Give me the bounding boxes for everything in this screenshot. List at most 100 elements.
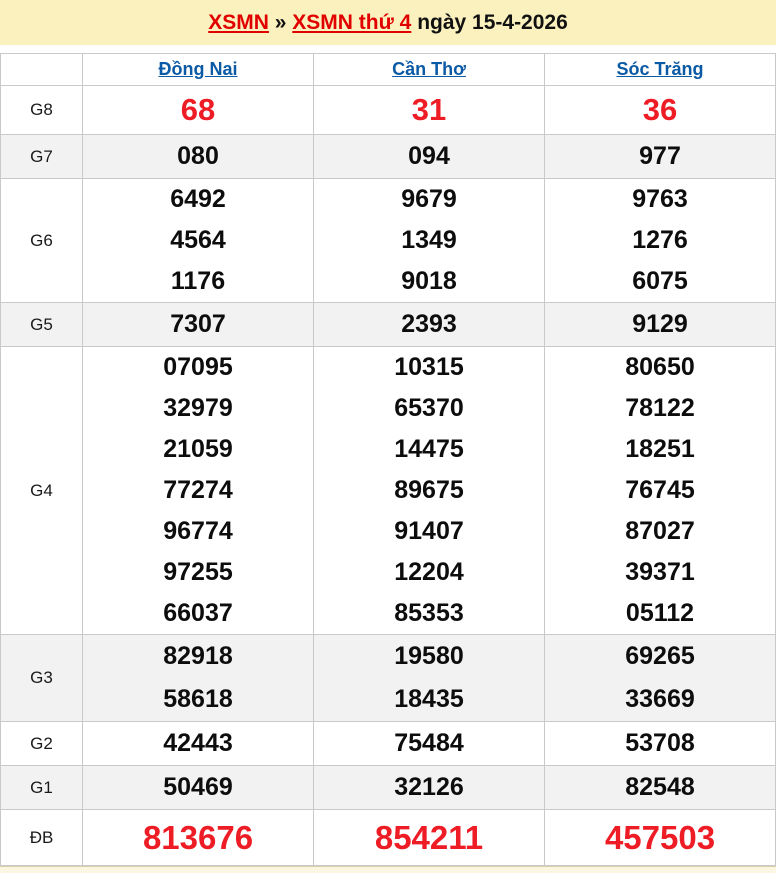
result-number: 66037 xyxy=(83,593,313,634)
result-cell-g5-col0: 7307 xyxy=(83,303,314,347)
province-link-can-tho[interactable]: Cần Thơ xyxy=(392,59,466,79)
result-number: 65370 xyxy=(314,388,544,429)
result-cell-g8-col1: 31 xyxy=(314,86,545,135)
prize-row-g5: G5730723939129 xyxy=(1,303,776,347)
column-header-row: Đồng Nai Cần Thơ Sóc Trăng xyxy=(1,54,776,86)
result-number: 14475 xyxy=(314,429,544,470)
result-number: 58618 xyxy=(83,678,313,721)
result-number: 42443 xyxy=(83,722,313,765)
header-gap xyxy=(0,45,776,53)
result-number: 78122 xyxy=(545,388,775,429)
next-section-strip xyxy=(0,866,776,873)
result-number: 07095 xyxy=(83,347,313,388)
result-cell-g5-col2: 9129 xyxy=(545,303,776,347)
result-number: 75484 xyxy=(314,722,544,765)
results-table: Đồng Nai Cần Thơ Sóc Trăng G8683136G7080… xyxy=(0,53,776,866)
result-cell-db-col2: 457503 xyxy=(545,810,776,866)
result-number: 91407 xyxy=(314,511,544,552)
column-header-can-tho: Cần Thơ xyxy=(314,54,545,86)
prize-label-g4: G4 xyxy=(1,347,83,635)
result-number: 9763 xyxy=(545,179,775,220)
prize-label-db: ĐB xyxy=(1,810,83,866)
prize-label-g7: G7 xyxy=(1,135,83,179)
prize-row-db: ĐB813676854211457503 xyxy=(1,810,776,866)
result-number: 18435 xyxy=(314,678,544,721)
result-cell-g7-col1: 094 xyxy=(314,135,545,179)
result-number: 39371 xyxy=(545,552,775,593)
prize-row-g3: G3829185861819580184356926533669 xyxy=(1,635,776,722)
result-number: 9129 xyxy=(545,303,775,346)
corner-cell xyxy=(1,54,83,86)
result-cell-g4-col0: 07095329792105977274967749725566037 xyxy=(83,347,314,635)
result-number: 18251 xyxy=(545,429,775,470)
result-number: 21059 xyxy=(83,429,313,470)
result-number: 9018 xyxy=(314,261,544,302)
result-cell-g8-col0: 68 xyxy=(83,86,314,135)
result-cell-g7-col0: 080 xyxy=(83,135,314,179)
result-number: 1276 xyxy=(545,220,775,261)
result-number: 32979 xyxy=(83,388,313,429)
result-number: 33669 xyxy=(545,678,775,721)
prize-row-g8: G8683136 xyxy=(1,86,776,135)
result-number: 2393 xyxy=(314,303,544,346)
result-number: 1349 xyxy=(314,220,544,261)
result-cell-g1-col2: 82548 xyxy=(545,766,776,810)
result-cell-g1-col1: 32126 xyxy=(314,766,545,810)
result-number: 4564 xyxy=(83,220,313,261)
xsmn-day-link[interactable]: XSMN thứ 4 xyxy=(292,11,411,35)
result-number: 1176 xyxy=(83,261,313,302)
result-number: 96774 xyxy=(83,511,313,552)
result-cell-g3-col0: 8291858618 xyxy=(83,635,314,722)
xsmn-link[interactable]: XSMN xyxy=(208,11,269,35)
result-number: 977 xyxy=(545,135,775,178)
result-number: 080 xyxy=(83,135,313,178)
prize-label-g1: G1 xyxy=(1,766,83,810)
prize-label-g3: G3 xyxy=(1,635,83,722)
result-cell-db-col1: 854211 xyxy=(314,810,545,866)
result-number: 82918 xyxy=(83,635,313,678)
result-cell-g2-col1: 75484 xyxy=(314,722,545,766)
result-cell-g7-col2: 977 xyxy=(545,135,776,179)
prize-row-g1: G1504693212682548 xyxy=(1,766,776,810)
result-number: 32126 xyxy=(314,766,544,809)
result-number: 87027 xyxy=(545,511,775,552)
result-cell-g8-col2: 36 xyxy=(545,86,776,135)
result-number: 85353 xyxy=(314,593,544,634)
result-number: 97255 xyxy=(83,552,313,593)
result-cell-g2-col0: 42443 xyxy=(83,722,314,766)
result-number: 80650 xyxy=(545,347,775,388)
result-number: 457503 xyxy=(545,810,775,865)
result-number: 10315 xyxy=(314,347,544,388)
result-cell-g6-col1: 967913499018 xyxy=(314,179,545,303)
province-link-soc-trang[interactable]: Sóc Trăng xyxy=(616,59,703,79)
result-cell-g4-col1: 10315653701447589675914071220485353 xyxy=(314,347,545,635)
title-separator-glyph: » xyxy=(275,11,287,35)
prize-label-g2: G2 xyxy=(1,722,83,766)
result-cell-g6-col0: 649245641176 xyxy=(83,179,314,303)
result-number: 76745 xyxy=(545,470,775,511)
result-cell-g3-col2: 6926533669 xyxy=(545,635,776,722)
result-number: 6492 xyxy=(83,179,313,220)
province-link-dong-nai[interactable]: Đồng Nai xyxy=(159,59,238,79)
prize-row-g4: G407095329792105977274967749725566037103… xyxy=(1,347,776,635)
result-cell-g1-col0: 50469 xyxy=(83,766,314,810)
page-header: XSMN » XSMN thứ 4 ngày 15-4-2026 xyxy=(0,0,776,45)
result-number: 77274 xyxy=(83,470,313,511)
result-number: 31 xyxy=(314,86,544,134)
result-number: 53708 xyxy=(545,722,775,765)
result-number: 19580 xyxy=(314,635,544,678)
result-number: 9679 xyxy=(314,179,544,220)
result-number: 89675 xyxy=(314,470,544,511)
result-number: 68 xyxy=(83,86,313,134)
prize-row-g7: G7080094977 xyxy=(1,135,776,179)
result-cell-g4-col2: 80650781221825176745870273937105112 xyxy=(545,347,776,635)
column-header-dong-nai: Đồng Nai xyxy=(83,54,314,86)
result-cell-g3-col1: 1958018435 xyxy=(314,635,545,722)
prize-label-g8: G8 xyxy=(1,86,83,135)
result-number: 12204 xyxy=(314,552,544,593)
result-number: 6075 xyxy=(545,261,775,302)
result-number: 69265 xyxy=(545,635,775,678)
result-number: 50469 xyxy=(83,766,313,809)
column-header-soc-trang: Sóc Trăng xyxy=(545,54,776,86)
result-number: 36 xyxy=(545,86,775,134)
